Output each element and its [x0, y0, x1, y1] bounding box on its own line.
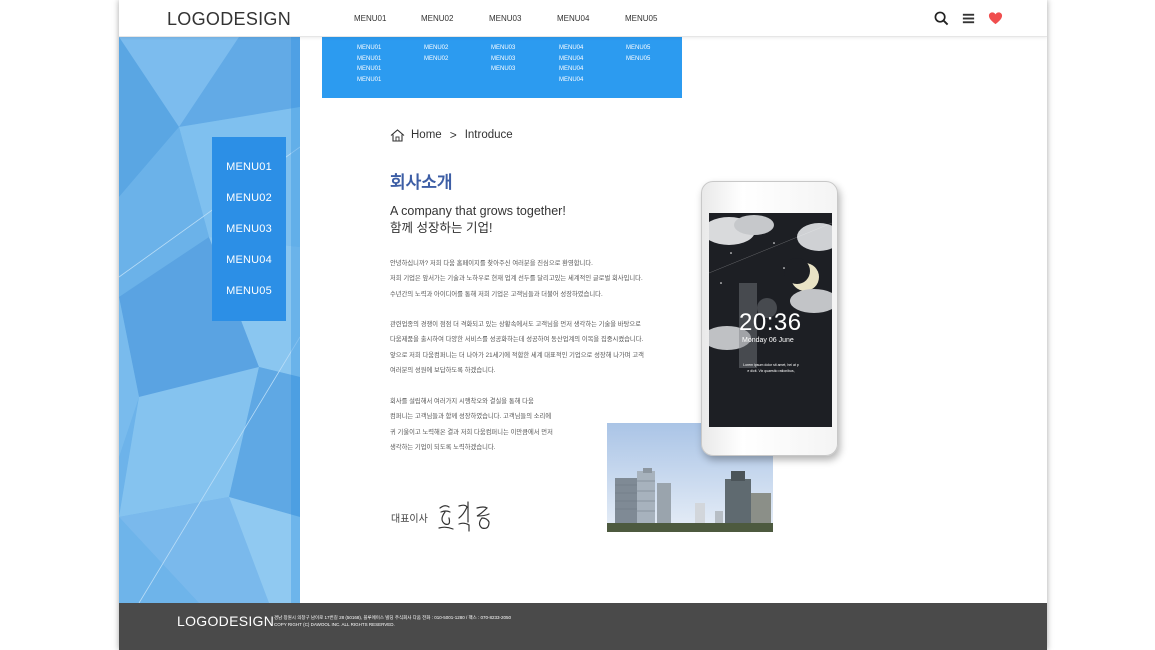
- paragraph-line: 컴퍼니는 고객님들과 함께 성장하였습니다. 고객님들의 소리에: [390, 413, 552, 421]
- dropdown-item[interactable]: MENU01: [357, 75, 381, 86]
- side-menu-item-02[interactable]: MENU02: [212, 184, 286, 215]
- side-menu-item-03[interactable]: MENU03: [212, 215, 286, 246]
- ceo-label: 대표이사: [391, 514, 428, 525]
- paragraph-line: 귀 기울이고 노력해온 결과 저희 다움컴퍼니는 이만큼에서 먼저: [390, 428, 553, 436]
- nav-menu05[interactable]: MENU05: [625, 14, 657, 23]
- phone-mockup: 20:36 Monday 06 June Lorem ipsum dolor s…: [701, 181, 838, 456]
- side-menu: MENU01 MENU02 MENU03 MENU04 MENU05: [212, 137, 286, 321]
- lock-screen-date: Monday 06 June: [742, 337, 794, 344]
- ceo-signature: [438, 501, 490, 532]
- site-header: LOGODESIGN MENU01 MENU02 MENU03 MENU04 M…: [119, 0, 1047, 37]
- side-menu-item-05[interactable]: MENU05: [212, 277, 286, 308]
- paragraph-line: 회사를 설립해서 여러가지 시행착오와 결실을 통해 다움: [390, 398, 534, 405]
- dropdown-col-04: MENU04 MENU04 MENU04 MENU04: [559, 43, 583, 85]
- paragraph-line: 생각하는 기업이 되도록 노력하겠습니다.: [390, 443, 496, 451]
- intro-paragraph-1: 안녕하십니까? 저희 다움 홈페이지를 찾아주신 여러분을 진심으로 환영합니다…: [390, 256, 643, 302]
- intro-paragraph-2: 관련업종의 경쟁이 점점 더 격화되고 있는 상황속에서도 고객님을 먼저 생각…: [390, 317, 644, 378]
- side-menu-item-01[interactable]: MENU01: [212, 153, 286, 184]
- dropdown-item[interactable]: MENU03: [491, 64, 515, 75]
- paragraph-line: 여러분의 성원에 보답하도록 하겠습니다.: [390, 366, 496, 374]
- nav-menu01[interactable]: MENU01: [354, 14, 386, 23]
- paragraph-line: 저희 기업은 앞서가는 기술과 노하우로 현재 업계 선두를 달리고있는 세계적…: [390, 275, 643, 283]
- dropdown-item[interactable]: MENU03: [491, 54, 515, 65]
- sidebar: MENU01 MENU02 MENU03 MENU04 MENU05: [119, 37, 300, 603]
- global-nav: MENU01 MENU02 MENU03 MENU04 MENU05: [119, 14, 1047, 28]
- paragraph-line: 관련업종의 경쟁이 점점 더 격화되고 있는 상황속에서도 고객님을 먼저 생각…: [390, 321, 641, 328]
- dropdown-item[interactable]: MENU04: [559, 43, 583, 54]
- paragraph-line: 앞으로 저희 다움컴퍼니는 더 나아가 21세기에 적합한 세계 대표적인 기업…: [390, 351, 644, 359]
- header-icons: [934, 11, 1003, 26]
- page-subtitle: A company that grows together! 함께 성장하는 기…: [390, 203, 566, 237]
- breadcrumb-separator: >: [449, 128, 457, 142]
- lock-screen-line: e dicit. Vix quaestio rationibus,: [747, 369, 795, 373]
- dropdown-item[interactable]: MENU03: [491, 43, 515, 54]
- paragraph-line: 안녕하십니까? 저희 다움 홈페이지를 찾아주신 여러분을 진심으로 환영합니다…: [390, 260, 593, 267]
- dropdown-item[interactable]: MENU04: [559, 64, 583, 75]
- nav-menu03[interactable]: MENU03: [489, 14, 521, 23]
- subtitle-en: A company that grows together!: [390, 204, 566, 218]
- paragraph-line: 다움제품을 출시하여 다양한 서비스를 성공화하는데 성공하여 동산업계의 이목…: [390, 336, 644, 344]
- footer-copyright: COPY RIGHT (C) DAWOOL INC. ALL RIGHTS RE…: [274, 622, 395, 627]
- dropdown-item[interactable]: MENU01: [357, 54, 381, 65]
- dropdown-col-02: MENU02 MENU02: [424, 43, 448, 64]
- footer-logo[interactable]: LOGODESIGN: [177, 613, 274, 629]
- nav-menu04[interactable]: MENU04: [557, 14, 589, 23]
- dropdown-col-03: MENU03 MENU03 MENU03: [491, 43, 515, 75]
- dropdown-item[interactable]: MENU05: [626, 43, 650, 54]
- dropdown-item[interactable]: MENU04: [559, 54, 583, 65]
- dropdown-item[interactable]: MENU01: [357, 64, 381, 75]
- subtitle-ko: 함께 성장하는 기업!: [390, 221, 493, 235]
- paragraph-line: 수년간의 노력과 아이디어를 통해 저희 기업은 고객님들과 더불어 성장하였습…: [390, 290, 603, 298]
- nav-dropdown: MENU01 MENU01 MENU01 MENU01 MENU02 MENU0…: [322, 37, 682, 98]
- intro-paragraph-3: 회사를 설립해서 여러가지 시행착오와 결실을 통해 다움 컴퍼니는 고객님들과…: [390, 394, 553, 455]
- dropdown-item[interactable]: MENU02: [424, 43, 448, 54]
- breadcrumb: Home > Introduce: [390, 128, 513, 142]
- home-icon[interactable]: [390, 128, 405, 142]
- breadcrumb-home[interactable]: Home: [411, 129, 442, 141]
- footer-address: 경남 창원시 의창구 남이로 17번길 28 (50168), 블루에이스 빌딩…: [274, 615, 512, 620]
- lock-screen-time: 20:36: [739, 309, 802, 336]
- nav-menu02[interactable]: MENU02: [421, 14, 453, 23]
- phone-screen: 20:36 Monday 06 June Lorem ipsum dolor s…: [709, 213, 832, 427]
- dropdown-item[interactable]: MENU05: [626, 54, 650, 65]
- hamburger-icon[interactable]: [961, 11, 976, 26]
- dropdown-item[interactable]: MENU01: [357, 43, 381, 54]
- page-title: 회사소개: [390, 173, 453, 192]
- side-menu-item-04[interactable]: MENU04: [212, 246, 286, 277]
- breadcrumb-current: Introduce: [464, 129, 513, 141]
- dropdown-col-01: MENU01 MENU01 MENU01 MENU01: [357, 43, 381, 85]
- dropdown-item[interactable]: MENU04: [559, 75, 583, 86]
- dropdown-item[interactable]: MENU02: [424, 54, 448, 65]
- page-frame: LOGODESIGN MENU01 MENU02 MENU03 MENU04 M…: [119, 0, 1047, 650]
- dropdown-col-05: MENU05 MENU05: [626, 43, 650, 64]
- site-footer: LOGODESIGN 경남 창원시 의창구 남이로 17번길 28 (50168…: [119, 603, 1047, 650]
- lock-screen-text: Lorem ipsum dolor sit amet, hei at p e d…: [729, 362, 813, 374]
- footer-info: 경남 창원시 의창구 남이로 17번길 28 (50168), 블루에이스 빌딩…: [274, 614, 511, 628]
- search-icon[interactable]: [934, 11, 949, 26]
- heart-icon[interactable]: [988, 11, 1003, 26]
